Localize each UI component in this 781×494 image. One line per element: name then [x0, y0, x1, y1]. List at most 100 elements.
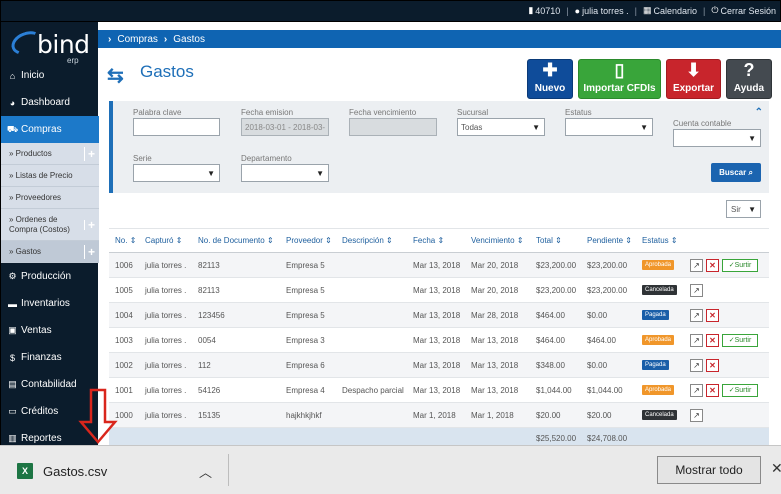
- sidebar-item-finanzas[interactable]: $ Finanzas: [1, 344, 99, 371]
- nuevo-button[interactable]: ✚ Nuevo: [527, 59, 573, 99]
- download-bar: X Gastos.csv ︿ Mostrar todo ✕: [0, 445, 781, 494]
- submenu-item-proveedores[interactable]: » Proveedores: [1, 187, 99, 209]
- logout-link[interactable]: ⏻ Cerrar Sesión: [711, 5, 776, 16]
- row-actions: ↗ ✕ ✓ Surtir: [690, 378, 758, 402]
- table-body: 1006 julia torres . 82113 Empresa 5 Mar 13, …: [109, 253, 769, 428]
- cell-estatus: Aprobada: [642, 378, 675, 402]
- delete-icon[interactable]: ✕: [706, 308, 719, 322]
- table-row[interactable]: 1002 julia torres . 112 Empresa 6 Mar 13, 20…: [109, 353, 769, 378]
- delete-icon[interactable]: ✕: [706, 383, 719, 397]
- cell-doc: 123456: [198, 310, 225, 320]
- table-row[interactable]: 1004 julia torres . 123456 Empresa 5 Mar 13,…: [109, 303, 769, 328]
- column-header-descripcion[interactable]: Descripción ⇕: [342, 229, 393, 252]
- column-header-estatus[interactable]: Estatus ⇕: [642, 229, 678, 252]
- sidebar-item-dashboard[interactable]: ◕ Dashboard: [1, 89, 99, 116]
- status-badge: Aprobada: [642, 335, 675, 345]
- caret-down-icon: ▼: [748, 205, 756, 214]
- palabra-clave-input[interactable]: [133, 118, 220, 136]
- header-label: Vencimiento: [471, 236, 515, 245]
- column-header-total[interactable]: Total ⇕: [536, 229, 562, 252]
- column-header-pendiente[interactable]: Pendiente ⇕: [587, 229, 632, 252]
- ayuda-button[interactable]: ? Ayuda: [726, 59, 772, 99]
- column-header-documento[interactable]: No. de Documento ⇕: [198, 229, 274, 252]
- column-header-capturo[interactable]: Capturó ⇕: [145, 229, 182, 252]
- show-all-button[interactable]: Mostrar todo: [657, 456, 761, 484]
- buscar-button[interactable]: Buscar ⌕: [711, 163, 761, 182]
- breadcrumb-item-compras[interactable]: Compras: [117, 34, 158, 45]
- delete-icon[interactable]: ✕: [706, 258, 719, 272]
- column-header-proveedor[interactable]: Proveedor ⇕: [286, 229, 332, 252]
- chevron-up-icon[interactable]: ︿: [199, 462, 212, 481]
- table-row[interactable]: 1003 julia torres . 0054 Empresa 3 Mar 13, 2…: [109, 328, 769, 353]
- account-item[interactable]: ▮ 40710: [528, 5, 560, 16]
- header-label: Proveedor: [286, 236, 323, 245]
- sucursal-select[interactable]: Todas ▼: [457, 118, 545, 136]
- table-row[interactable]: 1005 julia torres . 82113 Empresa 5 Mar 13, …: [109, 278, 769, 303]
- sidebar-item-produccion[interactable]: ⚙ Producción: [1, 263, 99, 290]
- power-icon: ⏻: [711, 5, 719, 15]
- cuenta-contable-select[interactable]: ▼: [673, 129, 761, 147]
- exportar-button[interactable]: ⬇ Exportar: [666, 59, 721, 99]
- importar-cfdis-button[interactable]: ▯ Importar CFDIs: [578, 59, 661, 99]
- cell-fecha: Mar 13, 2018: [413, 285, 461, 295]
- delete-icon[interactable]: ✕: [706, 358, 719, 372]
- sidebar-item-compras[interactable]: ⛟ Compras: [1, 116, 99, 143]
- delete-icon[interactable]: ✕: [706, 333, 719, 347]
- cell-total: $23,200.00: [536, 285, 577, 295]
- cell-total: $23,200.00: [536, 260, 577, 270]
- open-icon[interactable]: ↗: [690, 408, 703, 422]
- caret-down-icon: ▼: [748, 134, 756, 143]
- submenu-item-label: » Gastos: [9, 247, 42, 256]
- surtir-button[interactable]: ✓ Surtir: [722, 333, 758, 347]
- cell-total: $20.00: [536, 410, 561, 420]
- sidebar-item-inicio[interactable]: ⌂ Inicio: [1, 62, 99, 89]
- departamento-select[interactable]: ▼: [241, 164, 329, 182]
- cell-total: $348.00: [536, 360, 565, 370]
- sidebar-item-label: Finanzas: [21, 352, 62, 363]
- fecha-emision-input[interactable]: 2018-03-01 - 2018-03-: [241, 118, 329, 136]
- status-badge: Cancelada: [642, 285, 677, 295]
- open-icon[interactable]: ↗: [690, 308, 703, 322]
- sir-select[interactable]: Sir ▼: [726, 200, 761, 218]
- open-icon[interactable]: ↗: [690, 383, 703, 397]
- sort-icon: ⇕: [625, 236, 632, 245]
- submenu-item-label: » Listas de Precio: [9, 171, 73, 180]
- surtir-button[interactable]: ✓ Surtir: [722, 383, 758, 397]
- submenu-item-gastos[interactable]: » Gastos +: [1, 241, 99, 263]
- sidebar-item-label: Compras: [21, 124, 62, 135]
- sidebar-item-inventarios[interactable]: ▬ Inventarios: [1, 290, 99, 317]
- open-icon[interactable]: ↗: [690, 258, 703, 272]
- submenu-item-productos[interactable]: » Productos +: [1, 143, 99, 165]
- sidebar-item-ventas[interactable]: ▣ Ventas: [1, 317, 99, 344]
- calendar-link[interactable]: ▦ Calendario: [643, 5, 697, 16]
- add-orden-button[interactable]: +: [83, 219, 95, 231]
- serie-select[interactable]: ▼: [133, 164, 220, 182]
- logo[interactable]: bind erp: [8, 27, 95, 66]
- estatus-select[interactable]: ▼: [565, 118, 653, 136]
- open-icon[interactable]: ↗: [690, 358, 703, 372]
- column-header-fecha[interactable]: Fecha ⇕: [413, 229, 444, 252]
- surtir-button[interactable]: ✓ Surtir: [722, 258, 758, 272]
- open-icon[interactable]: ↗: [690, 333, 703, 347]
- download-item[interactable]: X Gastos.csv: [17, 463, 107, 479]
- column-header-no[interactable]: No. ⇕: [115, 229, 136, 252]
- cell-no: 1005: [115, 285, 133, 295]
- submenu-item-label: » Proveedores: [9, 193, 62, 202]
- chevron-up-icon[interactable]: ⌃: [755, 107, 763, 118]
- table-row[interactable]: 1006 julia torres . 82113 Empresa 5 Mar 13, …: [109, 253, 769, 278]
- calendar-icon: ▦: [642, 5, 652, 15]
- caret-down-icon: ▼: [316, 169, 324, 178]
- breadcrumb-item-gastos[interactable]: Gastos: [173, 34, 205, 45]
- add-producto-button[interactable]: +: [83, 146, 95, 161]
- cell-proveedor: Empresa 5: [286, 310, 325, 320]
- table-row[interactable]: 1001 julia torres . 54126 Empresa 4 Despacho…: [109, 378, 769, 403]
- table-row[interactable]: 1000 julia torres . 15135 hajkhkjhkf Mar 1, …: [109, 403, 769, 428]
- fecha-vencimiento-input[interactable]: [349, 118, 437, 136]
- submenu-item-ordenes-compra[interactable]: » Ordenes de Compra (Costos) +: [1, 209, 99, 241]
- close-icon[interactable]: ✕: [771, 460, 781, 477]
- add-gasto-button[interactable]: +: [83, 244, 95, 259]
- submenu-item-listas-precio[interactable]: » Listas de Precio: [1, 165, 99, 187]
- column-header-vencimiento[interactable]: Vencimiento ⇕: [471, 229, 524, 252]
- open-icon[interactable]: ↗: [690, 283, 703, 297]
- user-menu[interactable]: ● julia torres .: [575, 6, 629, 16]
